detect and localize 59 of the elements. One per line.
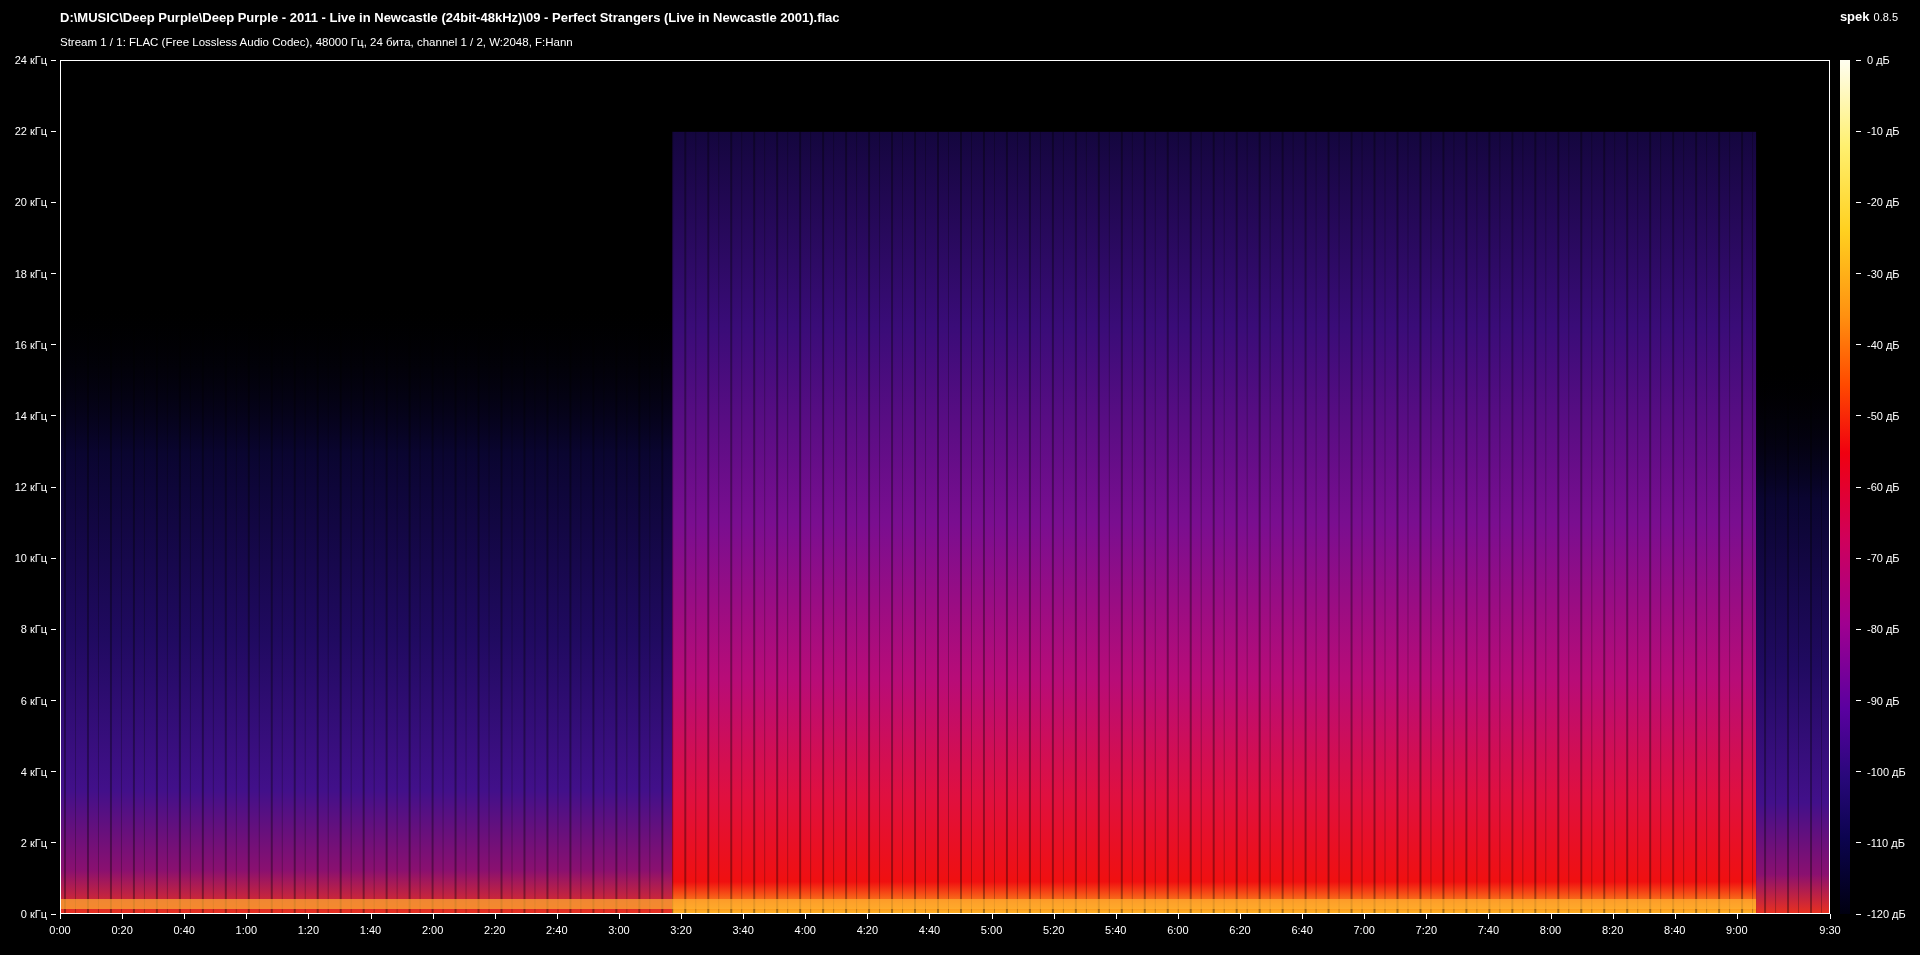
decibel-scale-label: -90 дБ (1867, 694, 1900, 707)
frequency-axis-label: 0 кГц (20, 908, 47, 920)
frequency-axis-label: 20 кГц (14, 196, 47, 209)
time-axis-label: 5:20 (1042, 924, 1065, 936)
time-axis-label: 4:20 (856, 924, 879, 936)
frequency-axis-label: 22 кГц (14, 125, 47, 138)
decibel-scale-label: -60 дБ (1867, 481, 1900, 493)
time-axis-label: 2:40 (546, 924, 568, 936)
time-axis-label: 6:20 (1229, 924, 1251, 936)
time-axis-label: 7:00 (1353, 924, 1375, 936)
frequency-axis-label: 6 кГц (20, 694, 47, 707)
time-axis-label: 2:20 (484, 924, 506, 936)
app-name: spek (1839, 9, 1870, 24)
time-axis-label: 1:20 (297, 924, 320, 936)
time-axis-label: 0:20 (111, 924, 133, 936)
decibel-scale-label: -50 дБ (1867, 409, 1900, 422)
time-axis-label: 9:00 (1726, 924, 1748, 936)
decibel-scale-label: -100 дБ (1867, 765, 1906, 778)
time-axis-label: 1:00 (235, 924, 257, 936)
frequency-axis-label: 18 кГц (14, 267, 47, 280)
decibel-scale-label: -110 дБ (1867, 836, 1905, 849)
time-axis-label: 3:40 (732, 924, 754, 936)
frequency-axis-label: 10 кГц (14, 552, 47, 565)
frequency-axis-label: 16 кГц (14, 338, 47, 351)
time-axis-label: 6:00 (1167, 924, 1189, 936)
file-path-title: D:\MUSIC\Deep Purple\Deep Purple - 2011 - Live in Newcastle (24bit-48kHz)\09 - Perfect Strangers (Live in Newcastle 2001).flac (60, 10, 840, 25)
time-axis-label: 8:00 (1539, 924, 1562, 936)
time-axis-label: 7:40 (1477, 924, 1500, 936)
time-axis-label: 8:20 (1601, 924, 1624, 936)
frequency-axis-label: 8 кГц (20, 623, 47, 636)
app-version: 0.8.5 (1873, 11, 1898, 23)
decibel-scale-label: -10 дБ (1867, 125, 1900, 138)
time-axis-label: 6:40 (1291, 924, 1313, 936)
decibel-scale-label: 0 дБ (1867, 54, 1890, 66)
frequency-axis-label: 2 кГц (20, 836, 47, 849)
frequency-axis-label: 24 кГц (14, 54, 47, 66)
stream-info-text: Stream 1 / 1: FLAC (Free Lossless Audio Codec), 48000 Гц, 24 бита, channel 1 / 2, W:2048, F:Hann (60, 36, 573, 48)
time-axis-label: 4:00 (794, 924, 816, 936)
decibel-scale-label: -30 дБ (1867, 267, 1900, 280)
decibel-scale-label: -20 дБ (1867, 196, 1900, 209)
frequency-axis-label: 4 кГц (20, 765, 47, 778)
time-axis-label: 9:30 (1819, 924, 1841, 936)
time-axis-label: 8:40 (1664, 924, 1686, 936)
time-axis-label: 4:40 (918, 924, 941, 936)
decibel-scale-label: -80 дБ (1867, 623, 1900, 636)
decibel-scale-label: -120 дБ (1867, 908, 1906, 920)
decibel-scale-label: -70 дБ (1867, 552, 1900, 565)
time-axis-label: 0:40 (173, 924, 195, 936)
time-axis-label: 7:20 (1415, 924, 1437, 936)
time-axis-label: 1:40 (359, 924, 382, 936)
decibel-scale-label: -40 дБ (1867, 338, 1900, 351)
time-axis-label: 3:00 (608, 924, 630, 936)
time-axis-label: 3:20 (670, 924, 692, 936)
time-axis-label: 2:00 (421, 924, 444, 936)
time-axis-label: 5:00 (980, 924, 1003, 936)
time-axis-label: 5:40 (1105, 924, 1127, 936)
time-axis-label: 0:00 (49, 924, 71, 936)
frequency-axis-label: 14 кГц (14, 409, 47, 422)
frequency-axis-label: 12 кГц (14, 481, 47, 493)
